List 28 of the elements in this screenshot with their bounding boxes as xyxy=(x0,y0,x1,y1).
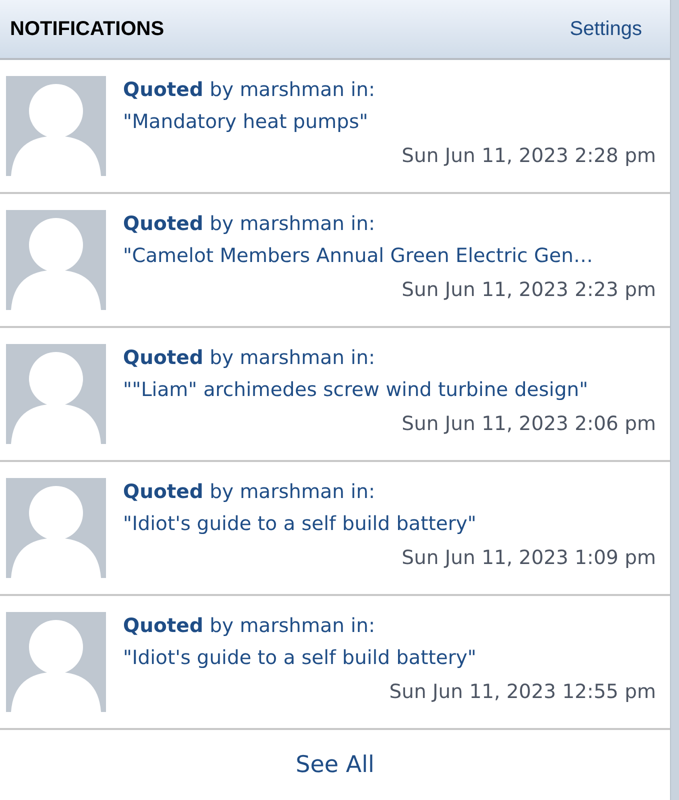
notification-action: Quoted by marshman in: xyxy=(123,211,376,237)
notification-action: Quoted by marshman in: xyxy=(123,345,376,371)
notification-item[interactable]: Quoted by marshman in: "Idiot's guide to a self build battery" Sun Jun 11, 2023 1:09 pm xyxy=(0,462,670,596)
see-all-link[interactable]: See All xyxy=(296,752,374,778)
settings-link[interactable]: Settings xyxy=(570,18,642,40)
avatar-icon xyxy=(6,612,106,712)
topic-link[interactable]: "Mandatory heat pumps" xyxy=(123,104,656,140)
notification-time: Sun Jun 11, 2023 12:55 pm xyxy=(389,679,656,705)
notification-item[interactable]: Quoted by marshman in: ""Liam" archimedes screw wind turbine design" Sun Jun 11, 2023 2:06 pm xyxy=(0,328,670,462)
notification-item[interactable]: Quoted by marshman in: "Camelot Members Annual Green Electric Gen… Sun Jun 11, 2023 2:23 pm xyxy=(0,194,670,328)
notification-time: Sun Jun 11, 2023 2:23 pm xyxy=(402,277,656,303)
topic-link[interactable]: "Idiot's guide to a self build battery" xyxy=(123,640,656,676)
panel-title: NOTIFICATIONS xyxy=(10,18,164,40)
topic-link[interactable]: "Idiot's guide to a self build battery" xyxy=(123,506,656,542)
notification-time: Sun Jun 11, 2023 1:09 pm xyxy=(402,545,656,571)
notification-item[interactable]: Quoted by marshman in: "Mandatory heat pumps" Sun Jun 11, 2023 2:28 pm xyxy=(0,60,670,194)
notification-time: Sun Jun 11, 2023 2:06 pm xyxy=(402,411,656,437)
avatar-icon xyxy=(6,344,106,444)
notification-action: Quoted by marshman in: xyxy=(123,613,376,639)
notification-item[interactable]: Quoted by marshman in: "Idiot's guide to a self build battery" Sun Jun 11, 2023 12:55 pm xyxy=(0,596,670,730)
avatar-icon xyxy=(6,210,106,310)
notification-action: Quoted by marshman in: xyxy=(123,479,376,505)
notification-time: Sun Jun 11, 2023 2:28 pm xyxy=(402,143,656,169)
topic-link[interactable]: "Camelot Members Annual Green Electric Gen… xyxy=(123,238,656,274)
notification-action: Quoted by marshman in: xyxy=(123,77,376,103)
topic-link[interactable]: ""Liam" archimedes screw wind turbine design" xyxy=(123,372,656,408)
avatar-icon xyxy=(6,76,106,176)
avatar-icon xyxy=(6,478,106,578)
